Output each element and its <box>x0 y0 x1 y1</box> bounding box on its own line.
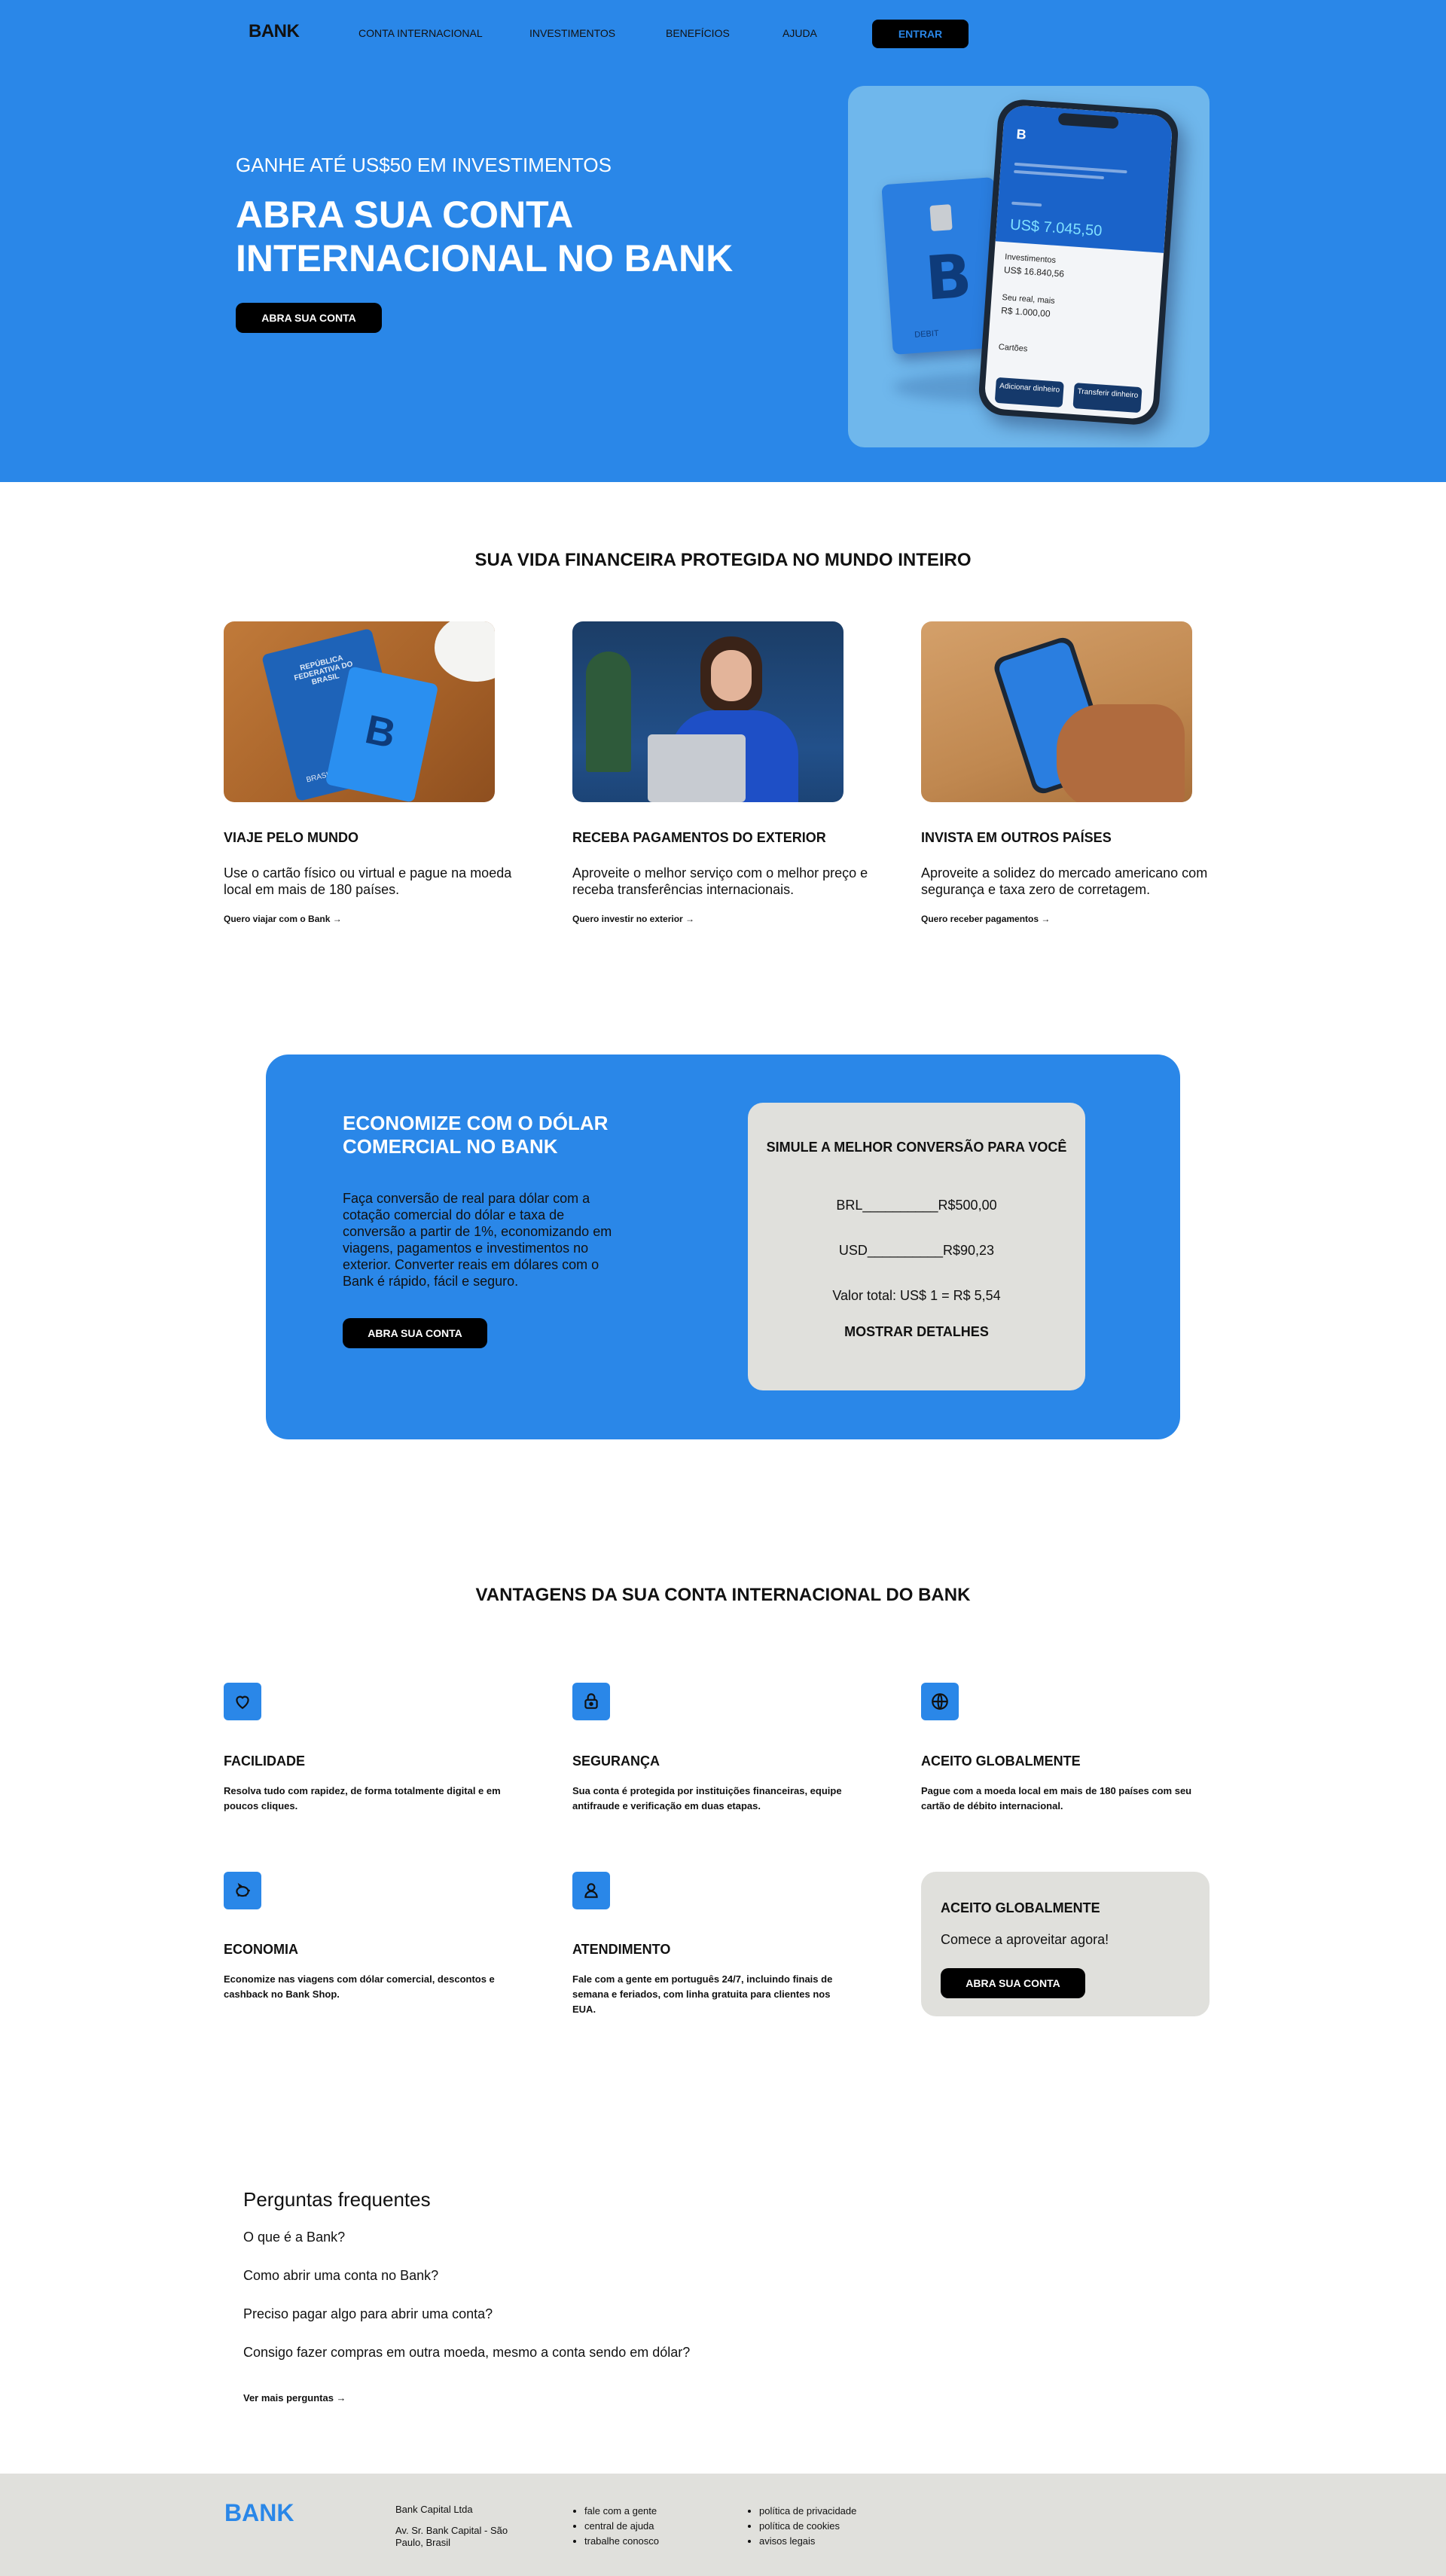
nav-link-beneficios[interactable]: BENEFÍCIOS <box>666 27 730 39</box>
phone-header: B US$ 7.045,50 <box>995 104 1173 253</box>
conversion-section: ECONOMIZE COM O DÓLAR COMERCIAL NO BANK … <box>266 1055 1180 1439</box>
conversion-simulator: SIMULE A MELHOR CONVERSÃO PARA VOCÊ BRL_… <box>748 1103 1085 1390</box>
feature-link-invest[interactable]: Quero receber pagamentos → <box>921 914 1050 924</box>
phone-transfer-button: Transferir dinheiro <box>1072 383 1142 414</box>
card-letter-b: B <box>361 707 400 757</box>
advantage-text-economia: Economize nas viagens com dólar comercia… <box>224 1973 495 2000</box>
phone-cards-label: Cartões <box>998 342 1028 354</box>
footer-address: Av. Sr. Bank Capital - São Paulo, Brasil <box>395 2525 508 2548</box>
feature-link-travel[interactable]: Quero viajar com o Bank → <box>224 914 342 924</box>
lock-icon <box>572 1683 610 1720</box>
hand-shape <box>1057 704 1185 802</box>
feature-text-travel: Use o cartão físico ou virtual e pague n… <box>224 865 512 897</box>
plant-shape <box>586 652 631 772</box>
hero-open-account-button[interactable]: ABRA SUA CONTA <box>236 303 382 333</box>
feature-title-invest: INVISTA EM OUTROS PAÍSES <box>921 830 1112 845</box>
footer-link-careers[interactable]: trabalhe conosco <box>584 2534 659 2549</box>
advantage-title-facilidade: FACILIDADE <box>224 1753 305 1769</box>
advantage-title-atendimento: ATENDIMENTO <box>572 1942 671 1957</box>
face-shape <box>711 650 752 701</box>
nav-link-conta-internacional[interactable]: CONTA INTERNACIONAL <box>358 27 483 39</box>
advantage-text-facilidade: Resolva tudo com rapidez, de forma total… <box>224 1785 501 1811</box>
advantage-text-seguranca: Sua conta é protegida por instituições f… <box>572 1785 842 1811</box>
show-details-button[interactable]: MOSTRAR DETALHES <box>748 1324 1085 1340</box>
footer-links-col2: política de privacidade política de cook… <box>746 2504 856 2549</box>
advantage-title-seguranca: SEGURANÇA <box>572 1753 660 1769</box>
user-icon <box>572 1872 610 1909</box>
phone-notch <box>1057 112 1119 130</box>
advantage-text-aceito: Pague com a moeda local em mais de 180 p… <box>921 1785 1192 1811</box>
simulator-total: Valor total: US$ 1 = R$ 5,54 <box>832 1288 1001 1303</box>
nav-link-investimentos[interactable]: INVESTIMENTOS <box>529 27 615 39</box>
phone-add-money-button: Adicionar dinheiro <box>994 377 1064 407</box>
conversion-text: Faça conversão de real para dólar com a … <box>343 1191 612 1289</box>
footer-link-cookies[interactable]: política de cookies <box>759 2519 856 2534</box>
advantage-title-aceito: ACEITO GLOBALMENTE <box>921 1753 1081 1769</box>
card-chip <box>929 204 953 232</box>
cta-box-open-account-button[interactable]: ABRA SUA CONTA <box>941 1968 1085 1998</box>
phone-text-line <box>1011 201 1042 207</box>
phone-app-logo: B <box>1015 126 1027 142</box>
feature-link-payments[interactable]: Quero investir no exterior → <box>572 914 694 924</box>
card-letter: B <box>923 240 975 314</box>
feature-text-invest: Aproveite a solidez do mercado americano… <box>921 865 1208 897</box>
faq-more-link[interactable]: Ver mais perguntas → <box>243 2392 346 2404</box>
footer-link-contact[interactable]: fale com a gente <box>584 2504 659 2519</box>
hero-section: BANK CONTA INTERNACIONAL INVESTIMENTOS B… <box>0 0 1446 482</box>
nav-link-ajuda[interactable]: AJUDA <box>782 27 817 39</box>
card-debit-label: DEBIT <box>914 328 940 340</box>
simulator-brl-row[interactable]: BRL__________R$500,00 <box>748 1198 1085 1213</box>
travel-image: REPÚBLICA FEDERATIVA DO BRASIL BRASIL B <box>224 621 495 802</box>
brand-logo[interactable]: BANK <box>249 21 300 42</box>
top-nav: BANK CONTA INTERNACIONAL INVESTIMENTOS B… <box>0 0 1446 68</box>
phone-balance: US$ 7.045,50 <box>1009 216 1103 240</box>
hero-illustration: B DEBIT B US$ 7.045,50 Investimentos US$… <box>848 86 1210 447</box>
faq-question[interactable]: Consigo fazer compras em outra moeda, me… <box>243 2345 690 2361</box>
simulator-title: SIMULE A MELHOR CONVERSÃO PARA VOCÊ <box>766 1140 1067 1155</box>
features-section-title: SUA VIDA FINANCEIRA PROTEGIDA NO MUNDO I… <box>474 550 972 570</box>
footer-link-legal[interactable]: avisos legais <box>759 2534 856 2549</box>
feature-text-payments: Aproveite o melhor serviço com o melhor … <box>572 865 868 897</box>
hero-kicker: GANHE ATÉ US$50 EM INVESTIMENTOS <box>236 154 612 176</box>
cta-box-title: ACEITO GLOBALMENTE <box>941 1900 1100 1915</box>
footer: BANK Bank Capital Ltda Av. Sr. Bank Capi… <box>0 2474 1446 2576</box>
piggy-bank-icon <box>224 1872 261 1909</box>
hero-title: ABRA SUA CONTA INTERNACIONAL NO BANK <box>236 194 734 279</box>
conversion-title: ECONOMIZE COM O DÓLAR COMERCIAL NO BANK <box>343 1112 609 1158</box>
globe-icon <box>921 1683 959 1720</box>
advantages-cta-box: ACEITO GLOBALMENTE Comece a aproveitar a… <box>921 1872 1210 2016</box>
login-button[interactable]: ENTRAR <box>872 20 969 48</box>
footer-company: Bank Capital Ltda <box>395 2504 473 2515</box>
footer-link-help-center[interactable]: central de ajuda <box>584 2519 659 2534</box>
advantage-title-economia: ECONOMIA <box>224 1942 298 1957</box>
conversion-open-account-button[interactable]: ABRA SUA CONTA <box>343 1318 487 1348</box>
advantages-section-title: VANTAGENS DA SUA CONTA INTERNACIONAL DO … <box>475 1585 971 1605</box>
simulator-usd-row[interactable]: USD__________R$90,23 <box>748 1243 1085 1259</box>
feature-title-payments: RECEBA PAGAMENTOS DO EXTERIOR <box>572 830 826 845</box>
phone-image: B US$ 7.045,50 Investimentos US$ 16.840,… <box>977 98 1180 426</box>
phone-text-line <box>1014 169 1105 180</box>
phone-hands-image <box>921 621 1192 802</box>
faq-title: Perguntas frequentes <box>243 2188 431 2211</box>
cta-box-text: Comece a aproveitar agora! <box>941 1932 1109 1947</box>
phone-screen: B US$ 7.045,50 Investimentos US$ 16.840,… <box>984 104 1173 420</box>
plate-shape <box>435 621 495 682</box>
laptop-shape <box>648 734 746 802</box>
footer-links-col1: fale com a gente central de ajuda trabal… <box>571 2504 659 2549</box>
faq-question[interactable]: Como abrir uma conta no Bank? <box>243 2268 438 2284</box>
footer-link-privacy[interactable]: política de privacidade <box>759 2504 856 2519</box>
advantage-text-atendimento: Fale com a gente em português 24/7, incl… <box>572 1973 833 2015</box>
feature-title-travel: VIAJE PELO MUNDO <box>224 830 359 845</box>
laptop-woman-image <box>572 621 844 802</box>
faq-question[interactable]: O que é a Bank? <box>243 2230 345 2245</box>
footer-logo[interactable]: BANK <box>224 2499 294 2527</box>
faq-question[interactable]: Preciso pagar algo para abrir uma conta? <box>243 2306 493 2322</box>
heart-icon <box>224 1683 261 1720</box>
